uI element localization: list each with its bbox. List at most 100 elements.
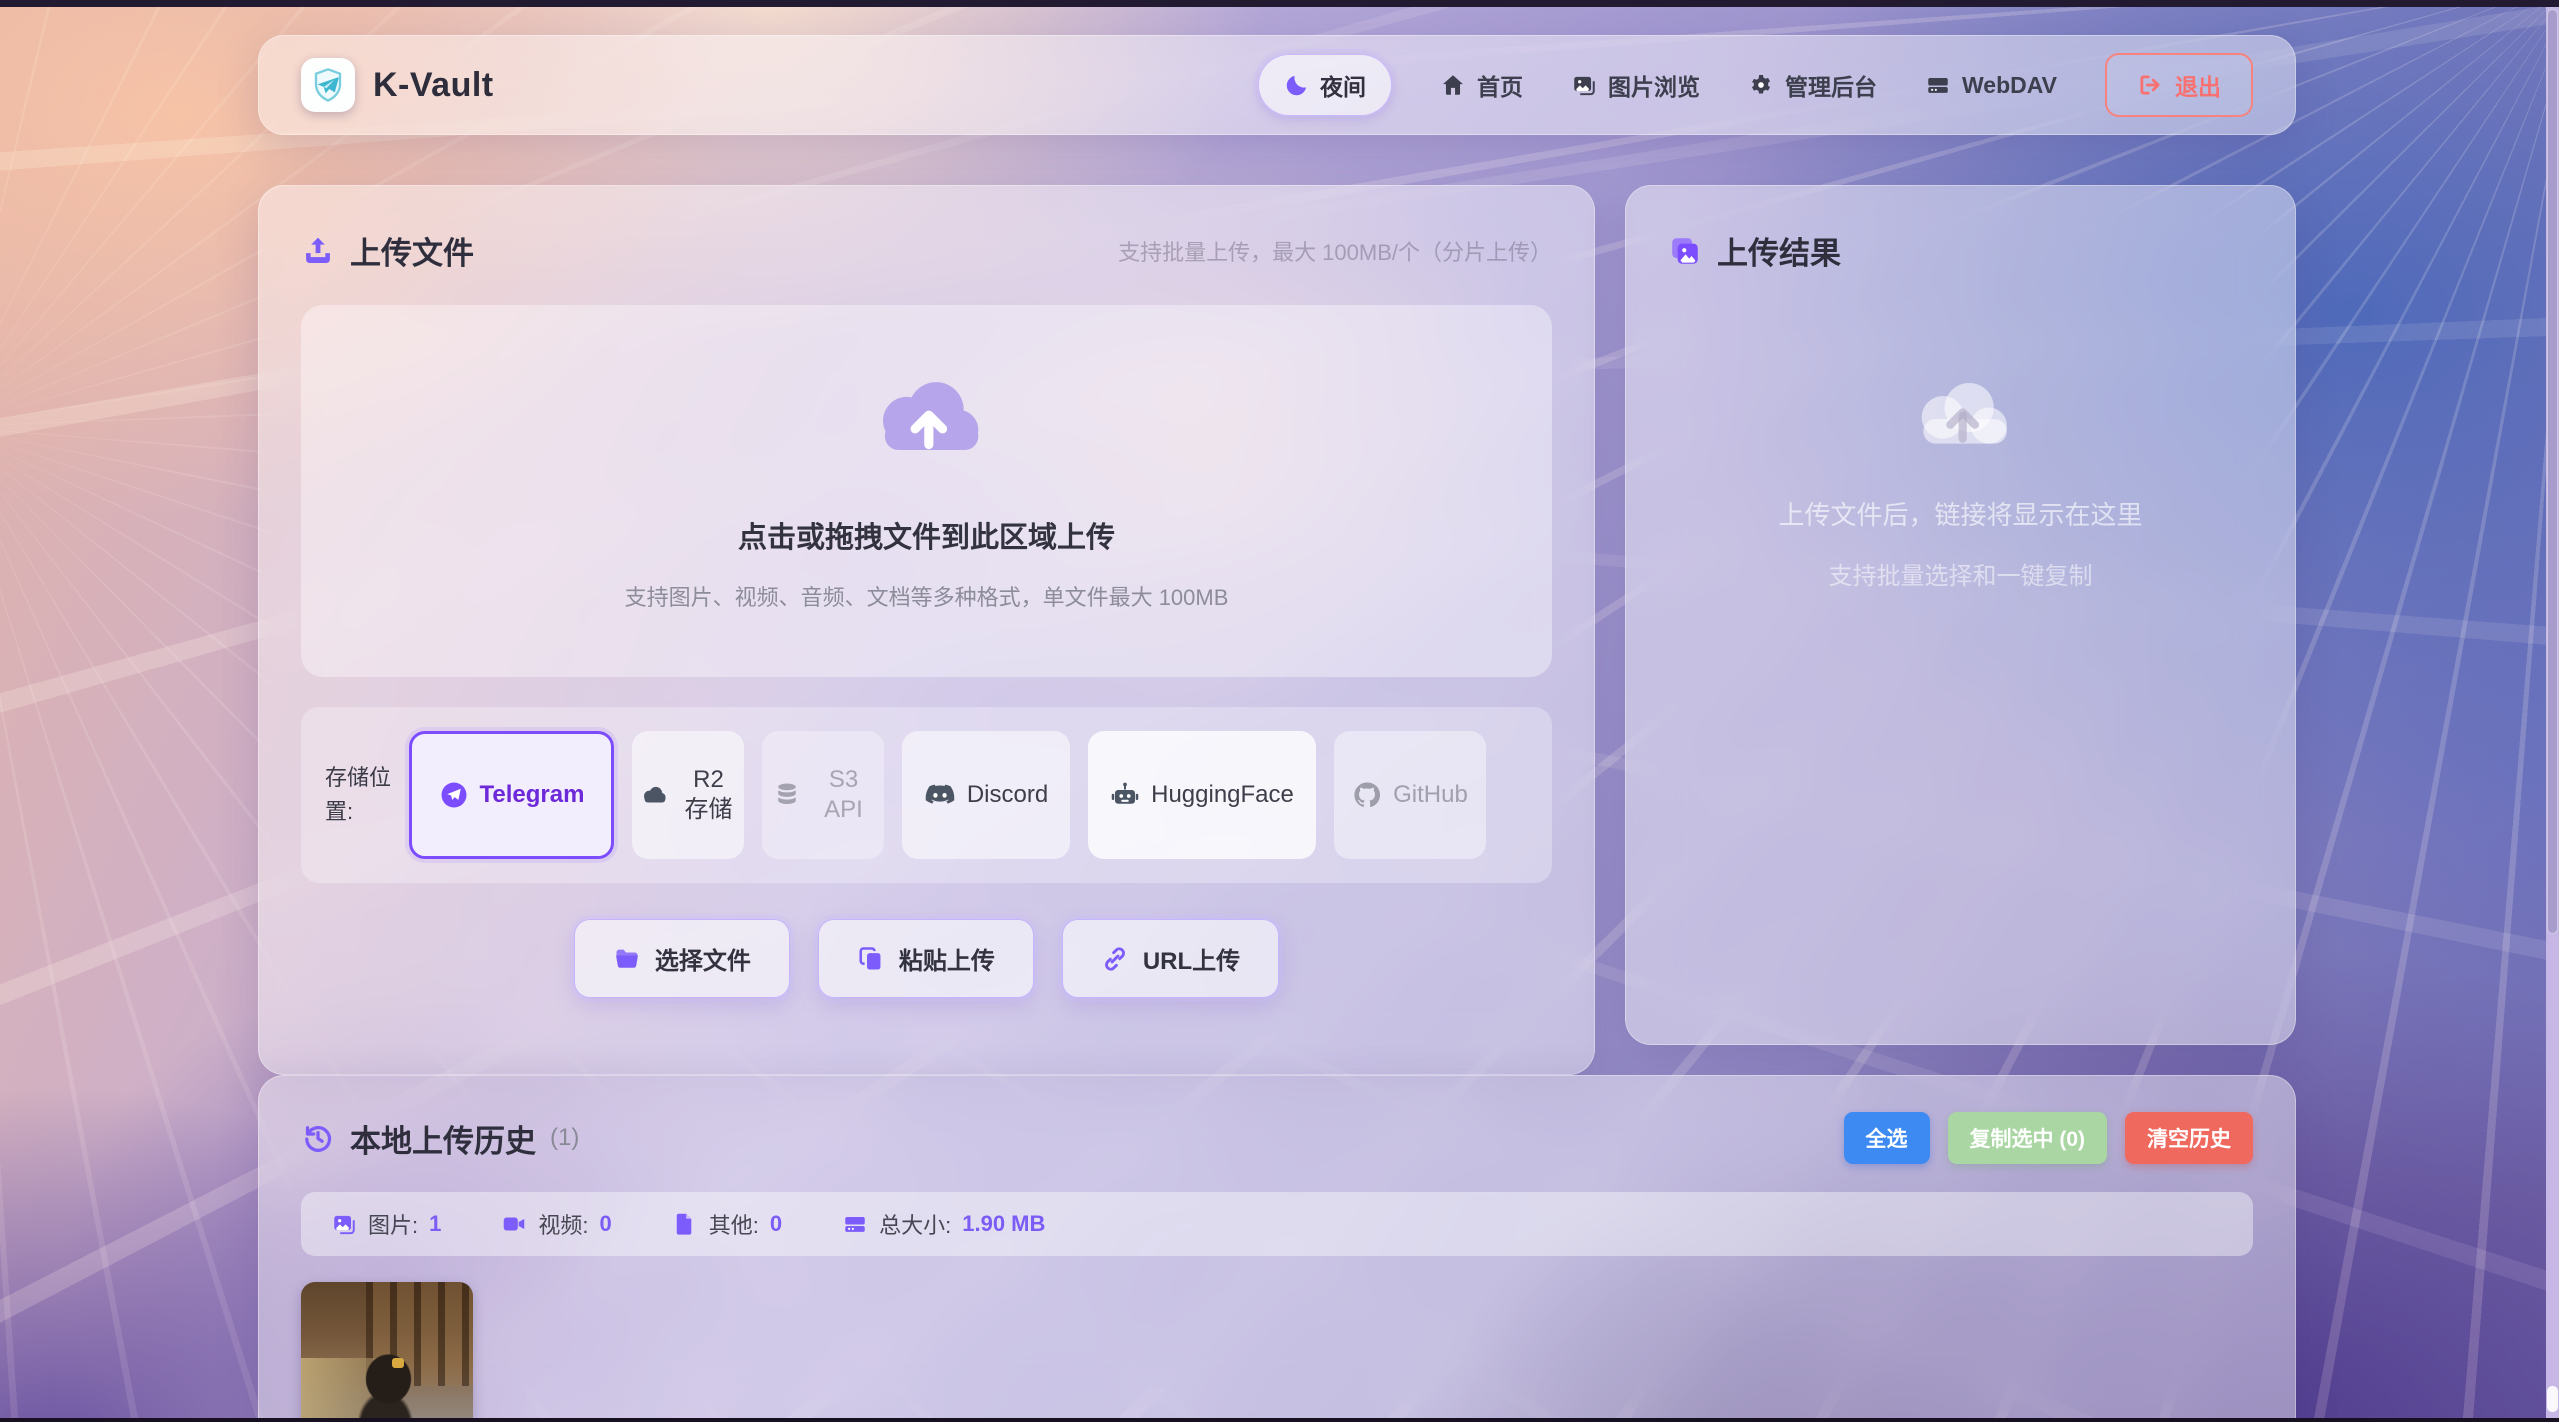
action-label: URL上传 — [1143, 941, 1240, 976]
storage-option-s3[interactable]: S3 API — [762, 731, 884, 859]
cloud-upload-icon — [861, 371, 993, 474]
cloud-icon — [639, 780, 669, 810]
result-title-group: 上传结果 — [1668, 228, 1841, 273]
upload-title: 上传文件 — [350, 228, 474, 273]
storage-option-github[interactable]: GitHub — [1334, 731, 1486, 859]
page: K-Vault 夜间 首页 — [0, 0, 2559, 1422]
telegram-icon — [439, 780, 469, 810]
theme-toggle-night[interactable]: 夜间 — [1258, 54, 1392, 116]
paste-upload-button[interactable]: 粘贴上传 — [818, 919, 1034, 998]
history-buttons: 全选 复制选中 (0) 清空历史 — [1844, 1112, 2254, 1164]
storage-option-label: Telegram — [480, 780, 585, 810]
upload-result-card: 上传结果 上传文件后，链接将显示在这里 支持批量选择和一键复制 — [1625, 185, 2296, 1045]
storage-option-telegram[interactable]: Telegram — [409, 731, 614, 859]
history-item-thumbnail[interactable] — [301, 1282, 473, 1422]
upload-actions: 选择文件 粘贴上传 U — [301, 919, 1552, 998]
stat-value: 0 — [600, 1211, 612, 1237]
nav-item-webdav[interactable]: WebDAV — [1925, 72, 2057, 99]
nav-item-gallery[interactable]: 图片浏览 — [1571, 68, 1700, 102]
storage-stat-icon — [842, 1211, 868, 1237]
logout-label: 退出 — [2175, 68, 2221, 102]
top-edge-strip — [0, 0, 2559, 7]
stat-total-size: 总大小: 1.90 MB — [842, 1208, 1045, 1240]
scrollbar-bottom-nub — [2547, 1386, 2558, 1412]
harddrive-icon — [1925, 72, 1951, 98]
result-title: 上传结果 — [1717, 228, 1841, 273]
choose-file-button[interactable]: 选择文件 — [574, 919, 790, 998]
nav-label-night: 夜间 — [1320, 68, 1366, 102]
action-label: 选择文件 — [655, 941, 751, 976]
storage-selector: 存储位置: Telegram R2 存储 — [301, 707, 1552, 883]
storage-option-label: GitHub — [1393, 780, 1468, 810]
history-icon — [301, 1121, 335, 1155]
stat-value: 0 — [770, 1211, 782, 1237]
video-stat-icon — [501, 1211, 527, 1237]
stat-others: 其他: 0 — [672, 1208, 782, 1240]
app-logo-icon — [301, 58, 355, 112]
gear-icon — [1748, 72, 1774, 98]
dropzone-main-text: 点击或拖拽文件到此区域上传 — [738, 514, 1115, 556]
storage-option-label: HuggingFace — [1151, 780, 1294, 810]
storage-option-label: R2 存储 — [680, 765, 738, 825]
dropzone-sub-text: 支持图片、视频、音频、文档等多种格式，单文件最大 100MB — [625, 580, 1229, 612]
stat-label: 总大小: — [879, 1208, 951, 1240]
url-upload-button[interactable]: URL上传 — [1062, 919, 1279, 998]
upload-title-group: 上传文件 — [301, 228, 474, 273]
stat-value: 1.90 MB — [962, 1211, 1045, 1237]
copy-selected-button[interactable]: 复制选中 (0) — [1948, 1112, 2108, 1164]
discord-icon — [924, 783, 956, 807]
logout-icon — [2137, 72, 2163, 98]
history-title: 本地上传历史 — [350, 1116, 536, 1161]
storage-option-label: S3 API — [813, 765, 875, 825]
result-empty-state: 上传文件后，链接将显示在这里 支持批量选择和一键复制 — [1668, 373, 2253, 591]
upload-tray-icon — [301, 234, 335, 268]
image-stat-icon — [331, 1211, 357, 1237]
history-count: (1) — [550, 1124, 579, 1152]
moon-icon — [1284, 72, 1310, 98]
storage-option-r2[interactable]: R2 存储 — [632, 731, 744, 859]
action-label: 粘贴上传 — [899, 941, 995, 976]
photo-stack-icon — [1668, 234, 1702, 268]
home-icon — [1440, 72, 1466, 98]
database-icon — [772, 780, 802, 810]
file-dropzone[interactable]: 点击或拖拽文件到此区域上传 支持图片、视频、音频、文档等多种格式，单文件最大 1… — [301, 305, 1552, 677]
select-all-button[interactable]: 全选 — [1844, 1112, 1930, 1164]
thumbnail-art-hairpin — [392, 1358, 404, 1368]
app-header: K-Vault 夜间 首页 — [258, 35, 2296, 135]
nav-label-webdav: WebDAV — [1962, 72, 2057, 99]
history-title-group: 本地上传历史 — [301, 1116, 536, 1161]
clipboard-icon — [857, 945, 885, 973]
stat-images: 图片: 1 — [331, 1208, 441, 1240]
nav-label-gallery: 图片浏览 — [1608, 68, 1700, 102]
logout-button[interactable]: 退出 — [2105, 53, 2253, 117]
stat-value: 1 — [429, 1211, 441, 1237]
nav-label-admin: 管理后台 — [1785, 68, 1877, 102]
nav-label-home: 首页 — [1477, 68, 1523, 102]
folder-icon — [613, 945, 641, 973]
history-stats-bar: 图片: 1 视频: 0 — [301, 1192, 2253, 1256]
link-icon — [1101, 945, 1129, 973]
stat-label: 图片: — [368, 1208, 418, 1240]
app-title: K-Vault — [373, 66, 494, 105]
result-empty-line2: 支持批量选择和一键复制 — [1829, 556, 2093, 591]
storage-option-label: Discord — [967, 780, 1048, 810]
github-icon — [1352, 780, 1382, 810]
storage-option-huggingface[interactable]: HuggingFace — [1088, 731, 1316, 859]
robot-icon — [1110, 780, 1140, 810]
nav-item-home[interactable]: 首页 — [1440, 68, 1523, 102]
brand[interactable]: K-Vault — [301, 58, 494, 112]
nav-item-admin[interactable]: 管理后台 — [1748, 68, 1877, 102]
file-stat-icon — [672, 1211, 698, 1237]
stat-videos: 视频: 0 — [501, 1208, 611, 1240]
cloud-upload-faded-icon — [1902, 373, 2020, 465]
stat-label: 其他: — [709, 1208, 759, 1240]
upload-card: 上传文件 支持批量上传，最大 100MB/个（分片上传） 点击或拖拽文件到此区域… — [258, 185, 1595, 1075]
clear-history-button[interactable]: 清空历史 — [2125, 1112, 2253, 1164]
storage-label: 存储位置: — [325, 761, 391, 829]
scrollbar-thumb[interactable] — [2547, 9, 2558, 934]
page-scrollbar[interactable] — [2546, 7, 2559, 1418]
main-nav: 夜间 首页 图片浏览 — [1258, 53, 2253, 117]
upload-hint: 支持批量上传，最大 100MB/个（分片上传） — [1118, 235, 1552, 267]
storage-option-discord[interactable]: Discord — [902, 731, 1070, 859]
stat-label: 视频: — [538, 1208, 588, 1240]
